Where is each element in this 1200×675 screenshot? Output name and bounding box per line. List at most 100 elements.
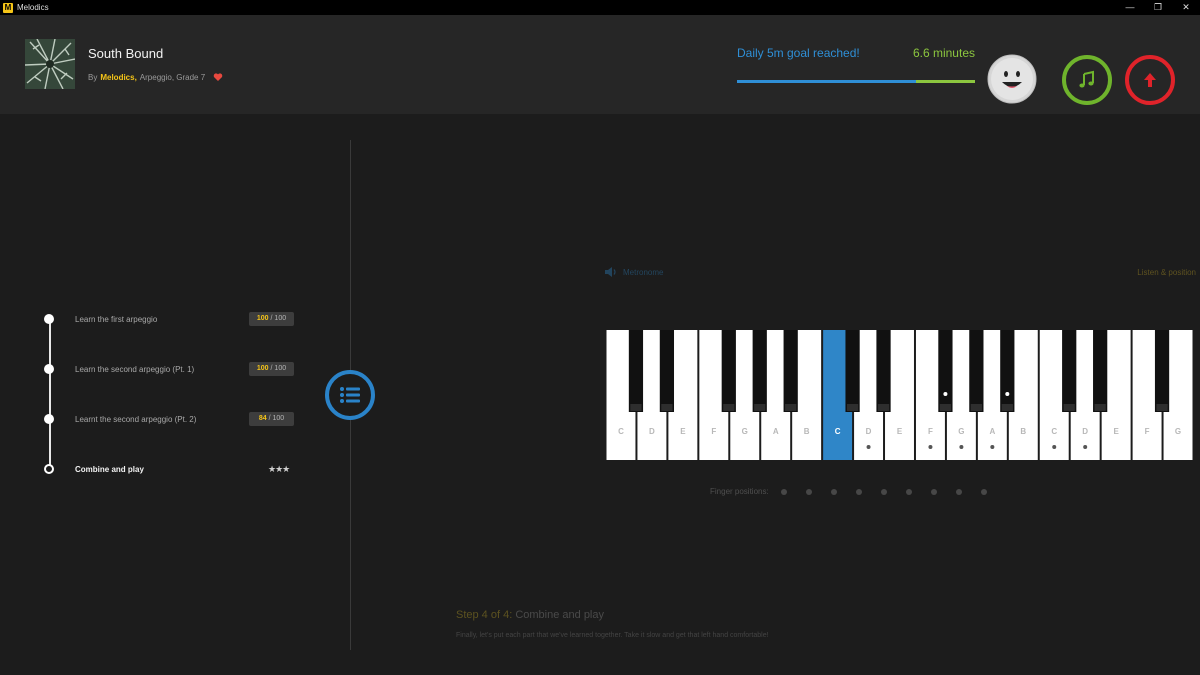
piano-keyboard[interactable]: CDEFGABCDEFGABCDEFG <box>606 330 1194 460</box>
smiley-face-icon[interactable] <box>987 54 1037 104</box>
practice-music-button[interactable] <box>1062 55 1112 105</box>
piano-black-key[interactable] <box>969 330 984 412</box>
step-dot <box>44 314 54 324</box>
piano-key-label: C <box>835 427 841 436</box>
piano-key-label: F <box>928 427 933 436</box>
finger-position-dot[interactable] <box>930 488 937 495</box>
finger-position-dot[interactable] <box>780 488 787 495</box>
daily-goal-text: Daily 5m goal reached! <box>737 46 860 60</box>
step-description: Finally, let's put each part that we've … <box>456 632 769 639</box>
finger-position-dot[interactable] <box>830 488 837 495</box>
metronome-toggle[interactable]: Metronome <box>604 266 663 278</box>
step-heading-title: Combine and play <box>515 609 604 621</box>
step-score-value: 100 <box>256 315 269 322</box>
finger-position-dot[interactable] <box>905 488 912 495</box>
piano-key-label: B <box>804 427 810 436</box>
window-controls: — ❐ ✕ <box>1116 0 1200 15</box>
step-item[interactable]: Learn the second arpeggio (Pt. 1) 100 / … <box>44 362 304 376</box>
piano-black-key-shade <box>723 404 735 411</box>
piano-key-label: A <box>989 427 995 436</box>
artist-link[interactable]: Melodics, <box>100 73 136 82</box>
step-item[interactable]: Learn the first arpeggio 100 / 100 <box>44 312 304 326</box>
piano-key-label: G <box>958 427 964 436</box>
piano-key-label: B <box>1020 427 1026 436</box>
piano-black-key[interactable] <box>1093 330 1108 412</box>
minimize-button[interactable]: — <box>1116 0 1144 15</box>
step-number: Step 4 of 4: <box>456 609 513 621</box>
piano-black-key[interactable] <box>1000 330 1015 412</box>
step-dot <box>44 414 54 424</box>
step-score-total: / 100 <box>270 365 287 372</box>
piano-black-key[interactable] <box>1062 330 1077 412</box>
step-score-total: / 100 <box>268 415 285 422</box>
step-dot-current <box>44 464 54 474</box>
app-logo-icon: M <box>3 2 13 13</box>
piano-black-key-shade <box>970 404 982 411</box>
piano-black-key[interactable] <box>876 330 891 412</box>
step-score-total: / 100 <box>270 315 287 322</box>
step-score: 84 / 100 <box>249 412 294 426</box>
piano-key-label: D <box>649 427 655 436</box>
piano-key-label: E <box>1113 427 1119 436</box>
meta-details: Arpeggio, Grade 7 <box>139 72 206 82</box>
meta-prefix: By <box>88 72 98 82</box>
piano-black-key-shade <box>1063 404 1075 411</box>
piano-black-key[interactable] <box>752 330 767 412</box>
finger-dot-black <box>943 392 948 396</box>
upload-button[interactable] <box>1125 55 1175 105</box>
piano-black-key-shade <box>1156 404 1168 411</box>
piano-black-key-shade <box>939 404 952 411</box>
title-bar: M Melodics — ❐ ✕ <box>0 0 1200 15</box>
piano-black-key[interactable] <box>845 330 860 412</box>
daily-goal-progress <box>737 80 975 83</box>
heart-icon[interactable] <box>213 72 223 82</box>
finger-position-dot[interactable] <box>955 488 962 495</box>
piano-key-label: E <box>680 427 686 436</box>
step-score-value: 84 <box>258 415 267 422</box>
list-icon <box>340 387 360 403</box>
close-button[interactable]: ✕ <box>1172 0 1200 15</box>
step-list-button[interactable] <box>325 370 375 420</box>
step-heading: Step 4 of 4: Combine and play <box>456 609 604 621</box>
piano-key-label: F <box>1145 427 1150 436</box>
finger-dot-white <box>1083 445 1088 449</box>
piano-key-label: E <box>897 427 903 436</box>
piano-black-key[interactable] <box>659 330 675 412</box>
finger-position-dot[interactable] <box>880 488 887 495</box>
lesson-header: South Bound By Melodics, Arpeggio, Grade… <box>0 15 1200 114</box>
piano-black-key-shade <box>877 404 890 411</box>
finger-dot-white <box>990 445 995 449</box>
music-note-icon <box>1079 70 1094 88</box>
step-label: Learn the second arpeggio (Pt. 1) <box>75 364 195 374</box>
finger-position-dot[interactable] <box>980 488 987 495</box>
piano-black-key-shade <box>785 404 797 411</box>
step-score: 100 / 100 <box>249 362 294 376</box>
piano-black-key[interactable] <box>783 330 798 412</box>
piano-black-key-shade <box>1001 404 1013 411</box>
piano-black-key[interactable] <box>938 330 953 412</box>
piano-black-key[interactable] <box>1154 330 1170 412</box>
step-score-value: 100 <box>256 365 269 372</box>
step-item[interactable]: Learnt the second arpeggio (Pt. 2) 84 / … <box>44 412 304 426</box>
speaker-icon <box>605 267 616 277</box>
finger-dot-black <box>1005 392 1010 396</box>
piano-black-key[interactable] <box>721 330 736 412</box>
piano-black-key-shade <box>661 404 673 411</box>
step-label: Learnt the second arpeggio (Pt. 2) <box>75 414 197 424</box>
piano-key-label: C <box>618 427 624 436</box>
step-dot <box>44 364 54 374</box>
piano-black-key[interactable] <box>628 330 644 412</box>
step-stars: ★★★ <box>268 463 290 474</box>
step-item-current[interactable]: Combine and play ★★★ <box>44 462 304 476</box>
step-label: Learn the first arpeggio <box>75 314 158 324</box>
piano-key-label: C <box>1051 427 1057 436</box>
steps-timeline <box>49 319 51 469</box>
finger-position-dot[interactable] <box>855 488 862 495</box>
finger-dot-white <box>928 445 933 449</box>
window-title: Melodics <box>17 3 49 12</box>
finger-dot-white <box>959 445 964 449</box>
restore-button[interactable]: ❐ <box>1144 0 1172 15</box>
listen-position-label[interactable]: Listen & position <box>1137 268 1196 277</box>
finger-position-dot[interactable] <box>805 488 812 495</box>
piano-black-key-shade <box>754 404 766 411</box>
